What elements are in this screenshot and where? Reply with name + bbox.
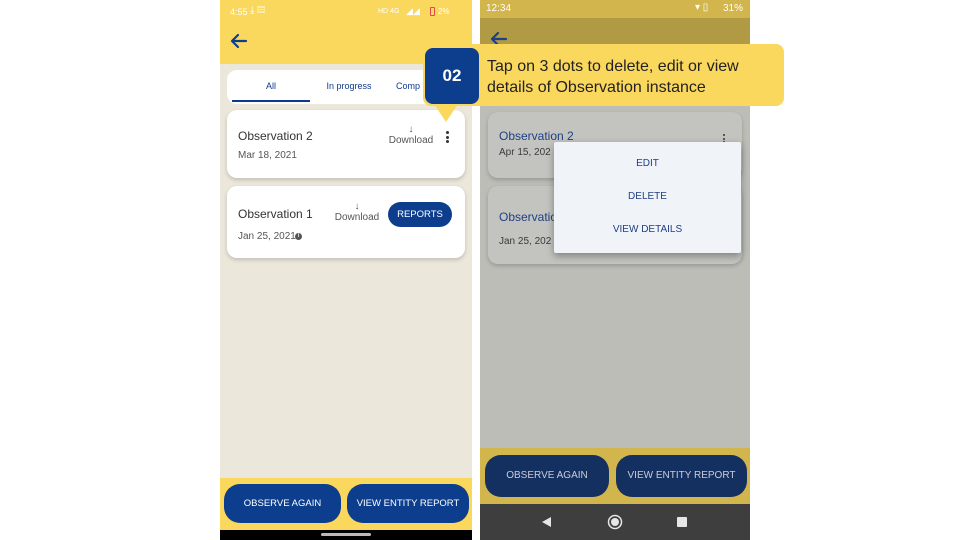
menu-item-edit[interactable]: EDIT (554, 158, 741, 169)
observation-card[interactable]: Observation 1 Jan 25, 2021 i ↓ Download … (227, 186, 465, 258)
menu-item-delete[interactable]: DELETE (554, 191, 741, 202)
observe-again-button[interactable]: OBSERVE AGAIN (224, 484, 341, 523)
back-arrow-icon[interactable] (230, 32, 248, 50)
step-badge: 02 (425, 48, 479, 104)
download-button[interactable]: ↓ Download (383, 125, 439, 147)
observation-date: Jan 25, 202 (499, 236, 552, 247)
view-entity-report-button[interactable]: VIEW ENTITY REPORT (616, 455, 747, 497)
observation-title: Observation 2 (499, 129, 574, 143)
active-tab-indicator (232, 100, 310, 102)
home-nav-icon[interactable] (607, 514, 623, 530)
more-options-icon[interactable] (446, 131, 450, 145)
action-footer: OBSERVE AGAIN VIEW ENTITY REPORT (220, 478, 472, 532)
status-bar: 12:34 ▾ ▯ 31% (480, 0, 750, 18)
battery-level: 2% (438, 7, 450, 16)
observation-date: Jan 25, 2021 (238, 231, 296, 242)
view-entity-report-button[interactable]: VIEW ENTITY REPORT (347, 484, 469, 523)
observe-again-button[interactable]: OBSERVE AGAIN (485, 455, 609, 497)
observation-title: Observation 1 (238, 207, 313, 221)
network-label: HD 4G (378, 8, 400, 15)
gesture-handle[interactable] (321, 533, 371, 536)
download-label: Download (388, 135, 434, 146)
download-button[interactable]: ↓ Download (329, 202, 385, 224)
download-status-icon: ⤓ ▤ (250, 5, 265, 16)
observation-date: Mar 18, 2021 (238, 150, 297, 161)
download-arrow-icon: ↓ (408, 124, 414, 135)
reports-button[interactable]: REPORTS (388, 202, 452, 227)
back-nav-icon[interactable] (541, 516, 552, 528)
status-time: 12:34 (486, 3, 512, 14)
battery-icon (430, 7, 435, 16)
recents-nav-icon[interactable] (677, 517, 687, 527)
system-nav-bar (480, 504, 750, 540)
menu-item-view-details[interactable]: VIEW DETAILS (554, 224, 741, 235)
status-bar: 4:55 ⤓ ▤ HD 4G ◢◢ 2% (220, 0, 472, 24)
observation-title: Observation 2 (238, 129, 313, 143)
status-time: 4:55 (230, 7, 248, 17)
signal-icon: ◢◢ (406, 6, 420, 16)
observation-date: Apr 15, 202 (499, 147, 551, 158)
action-footer: OBSERVE AGAIN VIEW ENTITY REPORT (480, 448, 750, 504)
tab-all[interactable]: All (232, 70, 310, 104)
wifi-icon: ▾ ▯ (695, 2, 709, 13)
system-nav-bar (220, 530, 472, 540)
battery-level: 31% (723, 3, 744, 14)
info-icon[interactable]: i (295, 233, 302, 240)
options-menu: EDIT DELETE VIEW DETAILS (554, 142, 741, 253)
tab-in-progress[interactable]: In progress (310, 70, 388, 104)
observation-card[interactable]: Observation 2 Mar 18, 2021 ↓ Download (227, 110, 465, 178)
callout-text: Tap on 3 dots to delete, edit or view de… (487, 58, 739, 96)
download-arrow-icon: ↓ (354, 201, 360, 212)
download-label: Download (334, 212, 380, 223)
callout-pointer (434, 104, 458, 122)
